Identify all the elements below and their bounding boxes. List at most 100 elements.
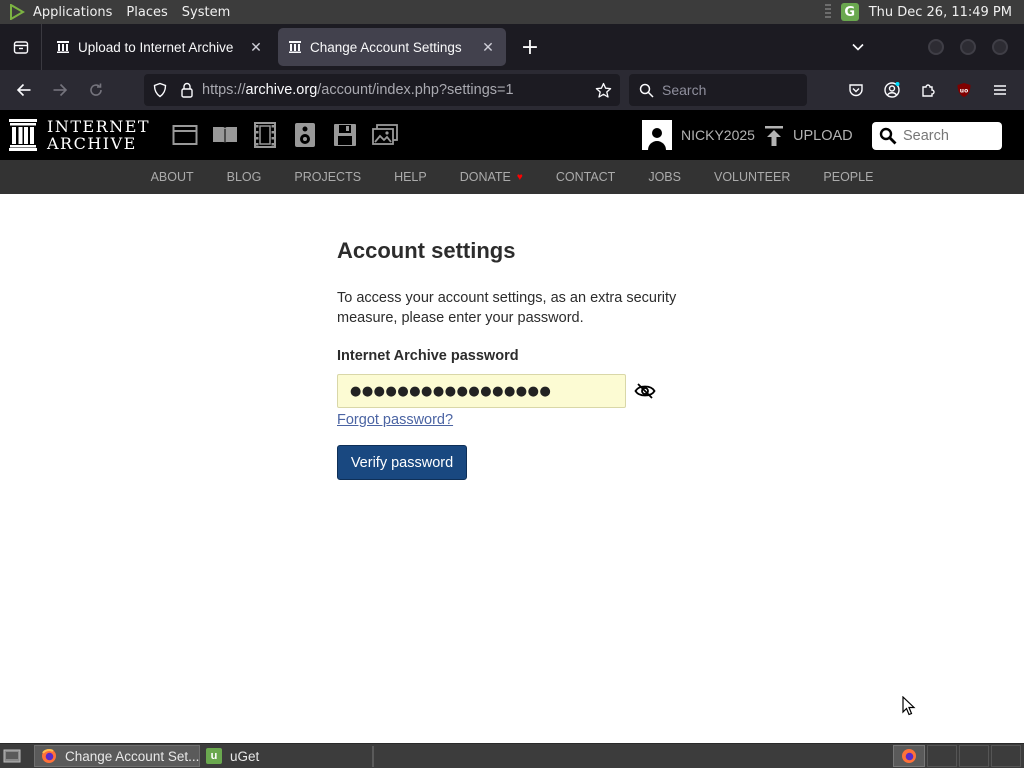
browser-search-placeholder: Search [662, 82, 707, 98]
account-settings-form: Account settings To access your account … [337, 194, 737, 480]
search-icon [639, 83, 654, 98]
ia-nav-about[interactable]: ABOUT [151, 170, 194, 184]
minimize-window-button[interactable] [928, 39, 944, 55]
archive-favicon-icon [57, 41, 69, 53]
new-tab-button[interactable]: + [514, 31, 546, 63]
system-menu[interactable]: System [182, 5, 230, 20]
video-film-icon[interactable] [250, 120, 280, 150]
close-window-button[interactable] [992, 39, 1008, 55]
ia-nav-donate[interactable]: DONATE ♥ [460, 170, 523, 184]
uget-tray-icon[interactable]: G [840, 3, 859, 21]
forward-button[interactable] [42, 74, 78, 106]
url-text[interactable]: https://archive.org/account/index.php?se… [202, 82, 514, 98]
app-menu-button[interactable] [982, 74, 1018, 106]
ia-logo-text: INTERNET ARCHIVE [47, 118, 150, 152]
applications-menu[interactable]: Applications [33, 5, 112, 20]
ia-nav-blog[interactable]: BLOG [227, 170, 262, 184]
workspace-switcher-2[interactable] [927, 745, 957, 767]
search-icon [879, 127, 897, 145]
ublock-origin-button[interactable]: uo [946, 74, 982, 106]
extensions-button[interactable] [910, 74, 946, 106]
svg-text:uo: uo [960, 88, 968, 95]
forgot-password-link[interactable]: Forgot password? [337, 412, 453, 428]
mouse-cursor-icon [902, 696, 916, 716]
ia-upload-label: UPLOAD [793, 128, 853, 144]
reload-button[interactable] [78, 74, 114, 106]
ia-logo-line2: ARCHIVE [47, 134, 137, 153]
url-bar[interactable]: https://archive.org/account/index.php?se… [144, 74, 620, 106]
ia-logo[interactable]: INTERNET ARCHIVE [9, 118, 150, 152]
eye-slash-icon[interactable] [633, 381, 657, 401]
show-desktop-button[interactable] [0, 744, 24, 768]
avatar [642, 120, 672, 150]
places-menu[interactable]: Places [126, 5, 167, 20]
web-archive-icon[interactable] [170, 120, 200, 150]
ia-nav-people[interactable]: PEOPLE [823, 170, 873, 184]
uget-icon: u [206, 748, 222, 764]
ia-nav-contact[interactable]: CONTACT [556, 170, 616, 184]
images-photo-icon[interactable] [370, 120, 400, 150]
account-icon [884, 82, 900, 98]
verify-password-button[interactable]: Verify password [337, 445, 467, 480]
texts-book-icon[interactable] [210, 120, 240, 150]
ia-upload-link[interactable]: UPLOAD [764, 125, 853, 147]
heart-icon: ♥ [516, 171, 523, 183]
tracking-protection-shield-icon[interactable] [152, 82, 168, 98]
taskbar-item-label: uGet [230, 748, 260, 764]
url-scheme: https:// [202, 82, 246, 98]
pocket-icon [849, 84, 863, 97]
tab-change-account-settings[interactable]: Change Account Settings ✕ [278, 28, 506, 66]
tab-list-button[interactable] [0, 24, 42, 70]
ia-nav-projects[interactable]: PROJECTS [294, 170, 361, 184]
workspace-switcher-1[interactable] [893, 745, 925, 767]
ia-search-placeholder: Search [903, 128, 949, 144]
firefox-icon [42, 748, 56, 763]
url-host: archive.org [245, 82, 318, 98]
bookmark-star-icon[interactable] [595, 82, 612, 99]
tab-upload-to-internet-archive[interactable]: Upload to Internet Archive ✕ [46, 28, 274, 66]
page-title: Account settings [337, 238, 516, 263]
pocket-button[interactable] [838, 74, 874, 106]
browser-search-bar[interactable]: Search [629, 74, 807, 106]
taskbar-item-uget[interactable]: u uGet [200, 745, 265, 767]
ia-username: NICKY2025 [681, 127, 755, 143]
lock-icon[interactable] [180, 82, 194, 98]
puzzle-icon [922, 84, 935, 97]
browser-toolbar-icons: uo [838, 74, 1018, 106]
ia-nav-volunteer[interactable]: VOLUNTEER [714, 170, 790, 184]
ia-temple-logo-icon [9, 119, 37, 151]
ia-top-header: INTERNET ARCHIVE NICKY2025 UPLOAD Search [0, 110, 1024, 160]
software-floppy-icon[interactable] [330, 120, 360, 150]
taskbar-item-firefox[interactable]: Change Account Set... [34, 745, 200, 767]
url-path: /account/index.php?settings=1 [317, 82, 514, 98]
ia-search-input[interactable]: Search [872, 122, 1002, 150]
system-top-panel: Applications Places System G Thu Dec 26,… [0, 0, 1024, 24]
password-field[interactable] [337, 374, 626, 408]
ia-nav-help[interactable]: HELP [394, 170, 427, 184]
taskbar-item-label: Change Account Set... [65, 748, 200, 764]
audio-speaker-icon[interactable] [290, 120, 320, 150]
panel-grip-icon [824, 4, 831, 20]
clock[interactable]: Thu Dec 26, 11:49 PM [869, 5, 1012, 20]
list-all-tabs-chevron-down-icon[interactable] [838, 40, 878, 54]
ia-user-menu[interactable]: NICKY2025 [642, 120, 755, 150]
tab-close-icon[interactable]: ✕ [480, 39, 496, 55]
ia-media-type-icons [170, 120, 400, 150]
reload-icon [90, 83, 102, 96]
workspace-switcher-3[interactable] [959, 745, 989, 767]
back-button[interactable] [6, 74, 42, 106]
arrow-right-icon [53, 83, 68, 97]
tab-title: Upload to Internet Archive [78, 39, 234, 55]
distro-logo-icon[interactable] [8, 3, 26, 21]
tab-close-icon[interactable]: ✕ [248, 39, 264, 55]
password-row [337, 374, 737, 408]
browser-nav-bar: https://archive.org/account/index.php?se… [0, 70, 1024, 110]
account-button[interactable] [874, 74, 910, 106]
maximize-window-button[interactable] [960, 39, 976, 55]
ia-logo-line1: INTERNET [47, 117, 151, 136]
arrow-left-icon [16, 83, 31, 97]
tab-list-icon [13, 41, 28, 54]
ia-nav-jobs[interactable]: JOBS [648, 170, 681, 184]
workspace-switcher-4[interactable] [991, 745, 1021, 767]
hamburger-menu-icon [994, 85, 1006, 95]
